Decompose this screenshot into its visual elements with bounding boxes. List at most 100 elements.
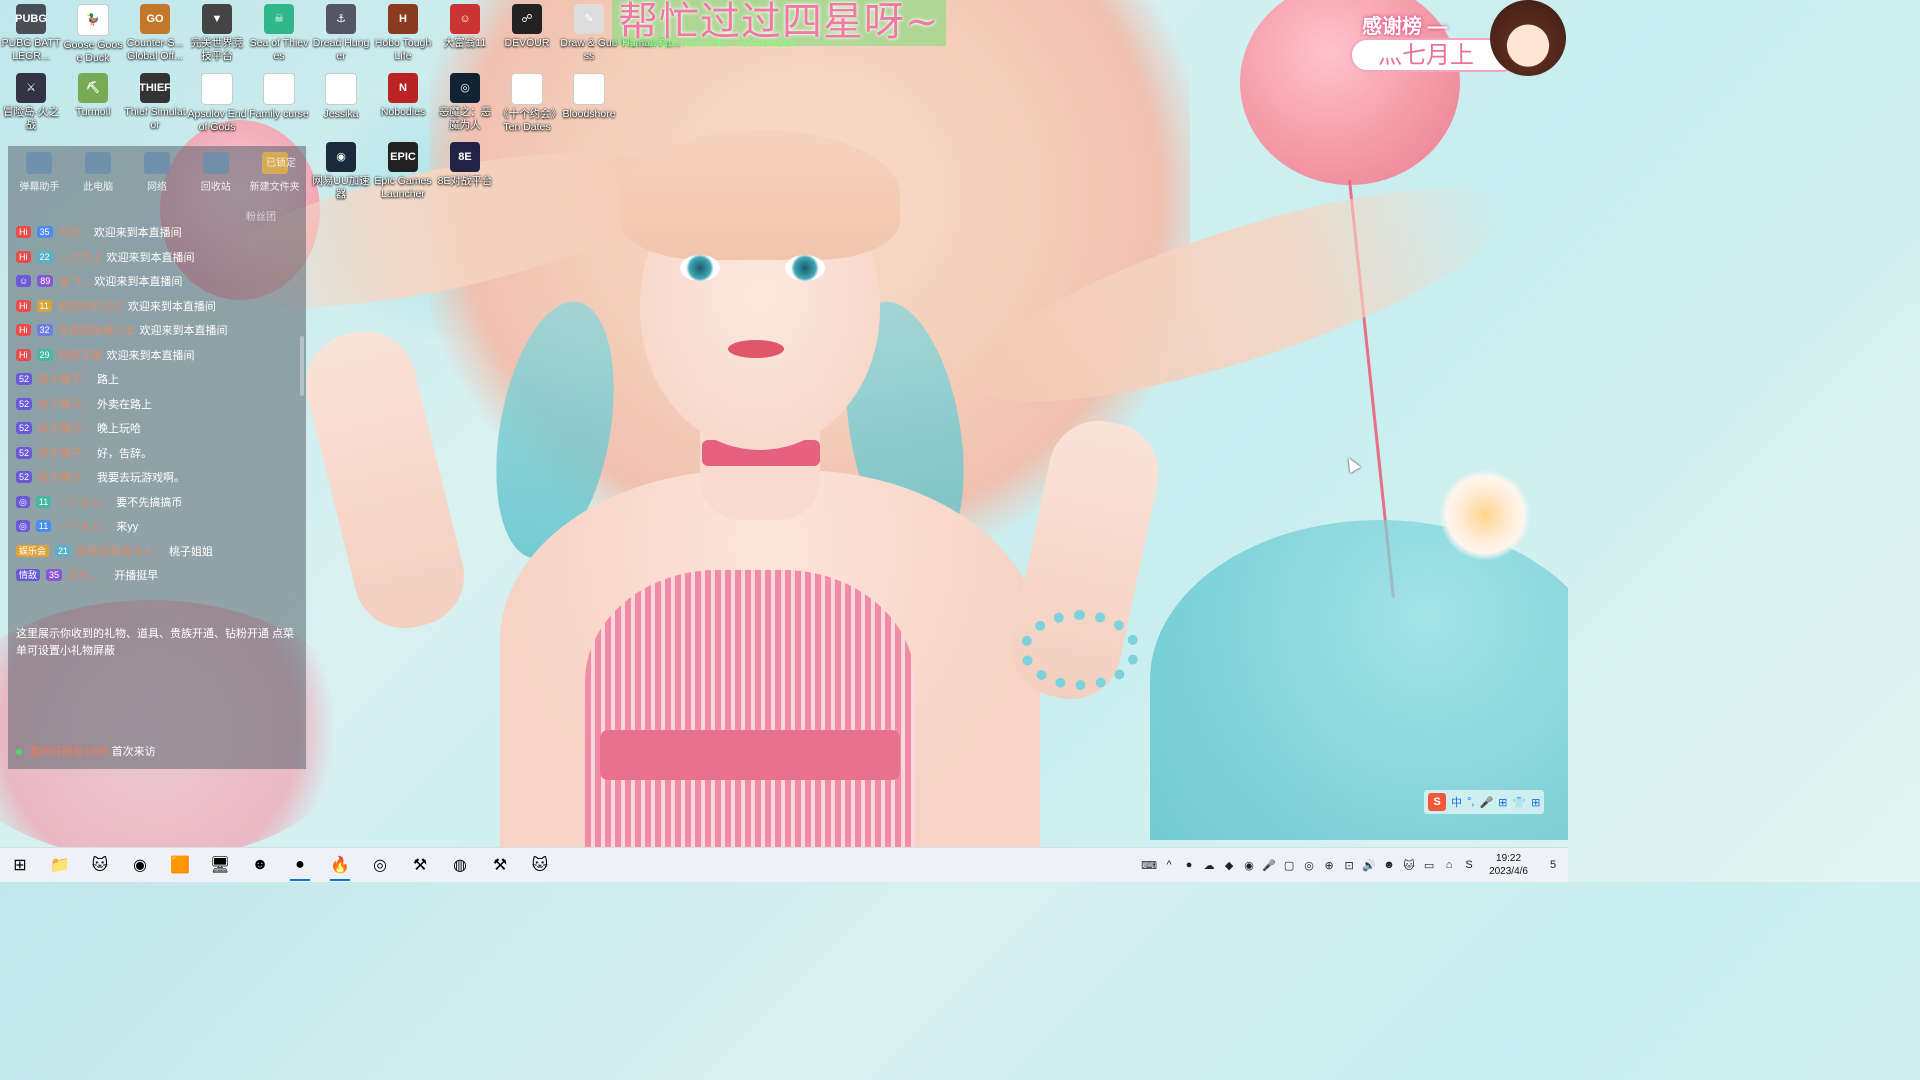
desktop-icon[interactable]: Bloodshore bbox=[558, 73, 620, 121]
sogou-ime-icon[interactable]: S bbox=[1428, 793, 1446, 811]
chat-message: ◎ 11 一个大人： 要不先搞搞币 bbox=[16, 490, 298, 515]
user-nick[interactable]: 一个大人： bbox=[57, 518, 112, 534]
user-nick[interactable]: 短暂无聊 bbox=[59, 347, 103, 363]
danmaku-chat-panel[interactable]: 弹幕助手 此电脑 网络 回收站 新建文件夹 已锁定 粉丝团 Hi 35 月光... 欢… bbox=[8, 146, 306, 769]
app-icon: ☍ bbox=[512, 4, 542, 34]
notification-center-icon[interactable]: 5 bbox=[1538, 848, 1568, 882]
chat-message: ◎ 11 一个大人： 来yy bbox=[16, 514, 298, 539]
user-nick[interactable]: 一个大人： bbox=[57, 494, 112, 510]
desktop-icon[interactable]: 《十个约会》Ten Dates bbox=[496, 73, 558, 133]
tray-icon[interactable]: S bbox=[1459, 848, 1479, 882]
desktop-icon[interactable]: THIEF Thief Simulator bbox=[124, 73, 186, 131]
visitor-nick: 我的好朋友1988 bbox=[29, 746, 109, 758]
desktop-icon[interactable]: H Hobo Tough Life bbox=[372, 4, 434, 62]
desktop-icon[interactable]: ◉ 网易UU加速器 bbox=[310, 142, 372, 200]
taskbar-app-icon[interactable]: 🖥 bbox=[200, 848, 240, 882]
desktop-icon[interactable]: ☍ DEVOUR bbox=[496, 4, 558, 50]
ime-mic-icon[interactable]: 🎤 bbox=[1479, 796, 1493, 809]
chat-header-item[interactable]: 弹幕助手 bbox=[14, 152, 65, 206]
user-nick[interactable]: 灬七月上 bbox=[59, 249, 103, 265]
tray-icon[interactable]: ◉ bbox=[1239, 848, 1259, 882]
desktop-icon-label: Hobo Tough Life bbox=[374, 37, 432, 62]
taskbar-app-icon[interactable]: ⚒ bbox=[400, 848, 440, 882]
ime-punct[interactable]: °, bbox=[1467, 796, 1474, 808]
tray-icon[interactable]: ⊡ bbox=[1339, 848, 1359, 882]
start-button[interactable]: ⊞ bbox=[0, 848, 40, 882]
desktop-icon-this-pc[interactable]: 此电脑 bbox=[73, 152, 124, 206]
ime-keyboard-icon[interactable]: ⊞ bbox=[1498, 796, 1507, 809]
desktop-icon[interactable]: Apsulov End of Gods bbox=[186, 73, 248, 133]
lock-status[interactable]: 已锁定 bbox=[266, 154, 296, 169]
tray-icon[interactable]: ☁ bbox=[1199, 848, 1219, 882]
user-nick[interactable]: 无敌超级美少女 bbox=[59, 322, 136, 338]
app-icon bbox=[201, 73, 233, 105]
tray-icon[interactable]: ☻ bbox=[1379, 848, 1399, 882]
desktop-icon[interactable]: Family curse bbox=[248, 73, 310, 121]
tray-icon[interactable]: ⌨ bbox=[1139, 848, 1159, 882]
desktop-icon[interactable]: ⛏ Turmoil bbox=[62, 73, 124, 119]
ime-mode[interactable]: 中 bbox=[1451, 794, 1462, 810]
user-badge: Hi bbox=[16, 324, 31, 337]
desktop-icon[interactable]: ☠ Sea of Thieves bbox=[248, 4, 310, 62]
recycle-bin-icon bbox=[202, 152, 229, 174]
user-nick[interactable]: 那些年的记忆 bbox=[58, 298, 124, 314]
taskbar-app-icon[interactable]: 🐱 bbox=[520, 848, 560, 882]
user-nick[interactable]: 桃子橘子： bbox=[38, 469, 93, 485]
tray-icon[interactable]: 🔊 bbox=[1359, 848, 1379, 882]
desktop-icon[interactable]: ✎ Draw & Guess bbox=[558, 4, 620, 62]
tray-icon[interactable]: 🐱 bbox=[1399, 848, 1419, 882]
desktop-icon[interactable]: ☺ 大富翁11 bbox=[434, 4, 496, 50]
user-badge: 52 bbox=[16, 397, 33, 410]
chat-scrollbar[interactable] bbox=[300, 336, 304, 396]
desktop-icon[interactable]: GO Counter-S... Global Off... bbox=[124, 4, 186, 62]
tray-icon[interactable]: ▢ bbox=[1279, 848, 1299, 882]
user-nick[interactable]: 哪里找到我大人： bbox=[77, 543, 165, 559]
ime-skin-icon[interactable]: 👕 bbox=[1512, 796, 1526, 809]
tray-icon[interactable]: ● bbox=[1179, 848, 1199, 882]
user-nick[interactable]: 桃子橘子： bbox=[38, 396, 93, 412]
desktop-icon[interactable]: ▼ 完美世界竞技平台 bbox=[186, 4, 248, 62]
desktop-icon-recycle-bin[interactable]: 回收站 bbox=[190, 152, 241, 206]
desktop-icon[interactable]: N Nobodies bbox=[372, 73, 434, 119]
desktop-icon[interactable]: Jessika bbox=[310, 73, 372, 121]
app-icon: ⛏ bbox=[78, 73, 108, 103]
wallpaper-dress bbox=[585, 570, 915, 848]
taskbar-app-icon[interactable]: ◎ bbox=[360, 848, 400, 882]
taskbar-app-icon[interactable]: ☻ bbox=[240, 848, 280, 882]
app-icon: ⚓ bbox=[326, 4, 356, 34]
user-nick[interactable]: 月光... bbox=[59, 224, 90, 240]
user-nick[interactable]: 桃子橘子： bbox=[38, 371, 93, 387]
user-nick[interactable]: 月光...： bbox=[68, 567, 110, 583]
user-nick[interactable]: 桃子橘子： bbox=[38, 445, 93, 461]
taskbar-app-icon[interactable]: 🐱 bbox=[80, 848, 120, 882]
tray-icon[interactable]: ◆ bbox=[1219, 848, 1239, 882]
desktop-icon[interactable]: ⚓ Dread Hunger bbox=[310, 4, 372, 62]
tray-icon[interactable]: ^ bbox=[1159, 848, 1179, 882]
user-nick[interactable]: 宙飞... bbox=[59, 273, 90, 289]
taskbar-app-icon[interactable]: ◉ bbox=[120, 848, 160, 882]
taskbar-app-icon[interactable]: ● bbox=[280, 848, 320, 882]
tray-icon[interactable]: ▭ bbox=[1419, 848, 1439, 882]
desktop-icon[interactable]: ◎ 恶魔之：恶魔为人 bbox=[434, 73, 496, 131]
desktop-icon[interactable]: 🦆 Goose Goose Duck bbox=[62, 4, 124, 64]
taskbar-app-icon[interactable]: 🟧 bbox=[160, 848, 200, 882]
tray-icon[interactable]: ◎ bbox=[1299, 848, 1319, 882]
user-nick[interactable]: 桃子橘子： bbox=[38, 420, 93, 436]
taskbar-app-icon[interactable]: ◍ bbox=[440, 848, 480, 882]
user-badge: Hi bbox=[16, 226, 31, 239]
ime-menu-icon[interactable]: ⊞ bbox=[1531, 796, 1540, 809]
ime-toolbar[interactable]: S 中 °, 🎤 ⊞ 👕 ⊞ bbox=[1424, 790, 1545, 814]
app-icon: ✎ bbox=[574, 4, 604, 34]
tray-icon[interactable]: ⌂ bbox=[1439, 848, 1459, 882]
tray-icon[interactable]: ⊕ bbox=[1319, 848, 1339, 882]
desktop-icon[interactable]: EPIC Epic Games Launcher bbox=[372, 142, 434, 200]
desktop-icon-network[interactable]: 网络 bbox=[132, 152, 183, 206]
taskbar-app-icon[interactable]: ⚒ bbox=[480, 848, 520, 882]
taskbar-app-icon[interactable]: 🔥 bbox=[320, 848, 360, 882]
clock[interactable]: 19:22 2023/4/6 bbox=[1479, 852, 1538, 878]
taskbar-app-icon[interactable]: 📁 bbox=[40, 848, 80, 882]
desktop-icon[interactable]: 8E 8E对战平台 bbox=[434, 142, 496, 188]
desktop-icon[interactable]: PUBG PUBG BATTLEGR... bbox=[0, 4, 62, 62]
desktop-icon[interactable]: ⚔ 冒险岛·火之战 bbox=[0, 73, 62, 131]
tray-icon[interactable]: 🎤 bbox=[1259, 848, 1279, 882]
